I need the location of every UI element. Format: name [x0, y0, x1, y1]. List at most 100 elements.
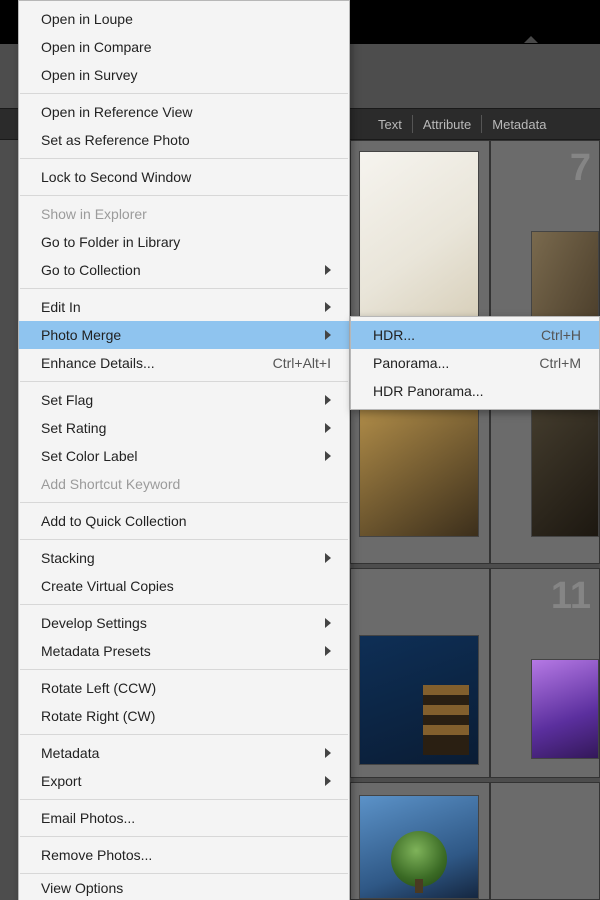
- menu-label: Set Rating: [41, 420, 309, 436]
- panel-collapse-arrow-icon[interactable]: [524, 36, 538, 43]
- cell-index: 11: [551, 575, 591, 618]
- menu-label: Metadata Presets: [41, 643, 309, 659]
- filter-metadata[interactable]: Metadata: [484, 117, 554, 132]
- menu-divider: [20, 669, 348, 670]
- menu-open-in-compare[interactable]: Open in Compare: [19, 33, 349, 61]
- menu-label: View Options: [41, 880, 331, 896]
- menu-label: Rotate Right (CW): [41, 708, 331, 724]
- menu-accelerator: Ctrl+Alt+I: [273, 355, 331, 371]
- submenu-hdr[interactable]: HDR... Ctrl+H: [351, 321, 599, 349]
- submenu-arrow-icon: [325, 776, 331, 786]
- menu-show-in-explorer: Show in Explorer: [19, 200, 349, 228]
- submenu-arrow-icon: [325, 618, 331, 628]
- menu-open-in-reference[interactable]: Open in Reference View: [19, 98, 349, 126]
- menu-label: Remove Photos...: [41, 847, 331, 863]
- menu-label: Create Virtual Copies: [41, 578, 331, 594]
- menu-divider: [20, 836, 348, 837]
- photo-thumbnail[interactable]: [359, 635, 479, 765]
- menu-open-in-loupe[interactable]: Open in Loupe: [19, 5, 349, 33]
- menu-label: Go to Folder in Library: [41, 234, 331, 250]
- menu-add-shortcut-keyword: Add Shortcut Keyword: [19, 470, 349, 498]
- filter-attribute[interactable]: Attribute: [415, 117, 479, 132]
- submenu-arrow-icon: [325, 395, 331, 405]
- submenu-hdr-panorama[interactable]: HDR Panorama...: [351, 377, 599, 405]
- menu-label: Open in Loupe: [41, 11, 331, 27]
- app-root: Text Attribute Metadata 7 11: [0, 0, 600, 900]
- menu-metadata-presets[interactable]: Metadata Presets: [19, 637, 349, 665]
- menu-divider: [20, 734, 348, 735]
- menu-label: Rotate Left (CCW): [41, 680, 331, 696]
- submenu-arrow-icon: [325, 330, 331, 340]
- menu-label: Open in Survey: [41, 67, 331, 83]
- menu-label: Set as Reference Photo: [41, 132, 331, 148]
- menu-email-photos[interactable]: Email Photos...: [19, 804, 349, 832]
- menu-open-in-survey[interactable]: Open in Survey: [19, 61, 349, 89]
- menu-stacking[interactable]: Stacking: [19, 544, 349, 572]
- menu-set-flag[interactable]: Set Flag: [19, 386, 349, 414]
- menu-divider: [20, 195, 348, 196]
- thumb-decoration: [415, 879, 423, 893]
- menu-divider: [20, 93, 348, 94]
- menu-label: Open in Compare: [41, 39, 331, 55]
- submenu-panorama[interactable]: Panorama... Ctrl+M: [351, 349, 599, 377]
- menu-go-to-collection[interactable]: Go to Collection: [19, 256, 349, 284]
- menu-label: Show in Explorer: [41, 206, 331, 222]
- menu-label: Go to Collection: [41, 262, 309, 278]
- menu-remove-photos[interactable]: Remove Photos...: [19, 841, 349, 869]
- menu-rotate-right[interactable]: Rotate Right (CW): [19, 702, 349, 730]
- menu-set-rating[interactable]: Set Rating: [19, 414, 349, 442]
- menu-lock-second-window[interactable]: Lock to Second Window: [19, 163, 349, 191]
- grid-cell[interactable]: 11: [490, 568, 600, 778]
- filter-text[interactable]: Text: [370, 117, 410, 132]
- menu-label: Add to Quick Collection: [41, 513, 331, 529]
- menu-set-as-reference[interactable]: Set as Reference Photo: [19, 126, 349, 154]
- submenu-arrow-icon: [325, 451, 331, 461]
- menu-divider: [20, 158, 348, 159]
- cell-index: 7: [570, 147, 591, 190]
- submenu-arrow-icon: [325, 748, 331, 758]
- menu-label: Set Flag: [41, 392, 309, 408]
- menu-divider: [20, 873, 348, 874]
- menu-create-virtual-copies[interactable]: Create Virtual Copies: [19, 572, 349, 600]
- menu-label: Set Color Label: [41, 448, 309, 464]
- menu-view-options[interactable]: View Options: [19, 878, 349, 898]
- menu-go-to-folder[interactable]: Go to Folder in Library: [19, 228, 349, 256]
- menu-photo-merge[interactable]: Photo Merge: [19, 321, 349, 349]
- menu-label: Stacking: [41, 550, 309, 566]
- menu-label: Metadata: [41, 745, 309, 761]
- menu-label: Panorama...: [373, 355, 511, 371]
- context-menu: Open in Loupe Open in Compare Open in Su…: [18, 0, 350, 900]
- menu-label: Add Shortcut Keyword: [41, 476, 331, 492]
- grid-cell[interactable]: [490, 782, 600, 900]
- photo-thumbnail[interactable]: [359, 795, 479, 899]
- submenu-arrow-icon: [325, 302, 331, 312]
- menu-export[interactable]: Export: [19, 767, 349, 795]
- menu-label: Enhance Details...: [41, 355, 245, 371]
- menu-divider: [20, 288, 348, 289]
- grid-cell[interactable]: [350, 782, 490, 900]
- menu-develop-settings[interactable]: Develop Settings: [19, 609, 349, 637]
- thumb-decoration: [423, 685, 469, 755]
- menu-label: Lock to Second Window: [41, 169, 331, 185]
- menu-label: Photo Merge: [41, 327, 309, 343]
- photo-thumbnail[interactable]: [359, 151, 479, 331]
- grid-cell[interactable]: [350, 568, 490, 778]
- menu-accelerator: Ctrl+H: [541, 327, 581, 343]
- menu-label: Export: [41, 773, 309, 789]
- menu-set-color-label[interactable]: Set Color Label: [19, 442, 349, 470]
- submenu-arrow-icon: [325, 646, 331, 656]
- menu-label: HDR...: [373, 327, 513, 343]
- menu-divider: [20, 604, 348, 605]
- menu-divider: [20, 502, 348, 503]
- menu-add-to-quick-collection[interactable]: Add to Quick Collection: [19, 507, 349, 535]
- photo-thumbnail[interactable]: [531, 659, 599, 759]
- menu-edit-in[interactable]: Edit In: [19, 293, 349, 321]
- menu-rotate-left[interactable]: Rotate Left (CCW): [19, 674, 349, 702]
- menu-enhance-details[interactable]: Enhance Details... Ctrl+Alt+I: [19, 349, 349, 377]
- filter-sep-icon: [481, 115, 482, 133]
- menu-metadata[interactable]: Metadata: [19, 739, 349, 767]
- submenu-arrow-icon: [325, 265, 331, 275]
- submenu-photo-merge: HDR... Ctrl+H Panorama... Ctrl+M HDR Pan…: [350, 316, 600, 410]
- submenu-arrow-icon: [325, 553, 331, 563]
- filter-sep-icon: [412, 115, 413, 133]
